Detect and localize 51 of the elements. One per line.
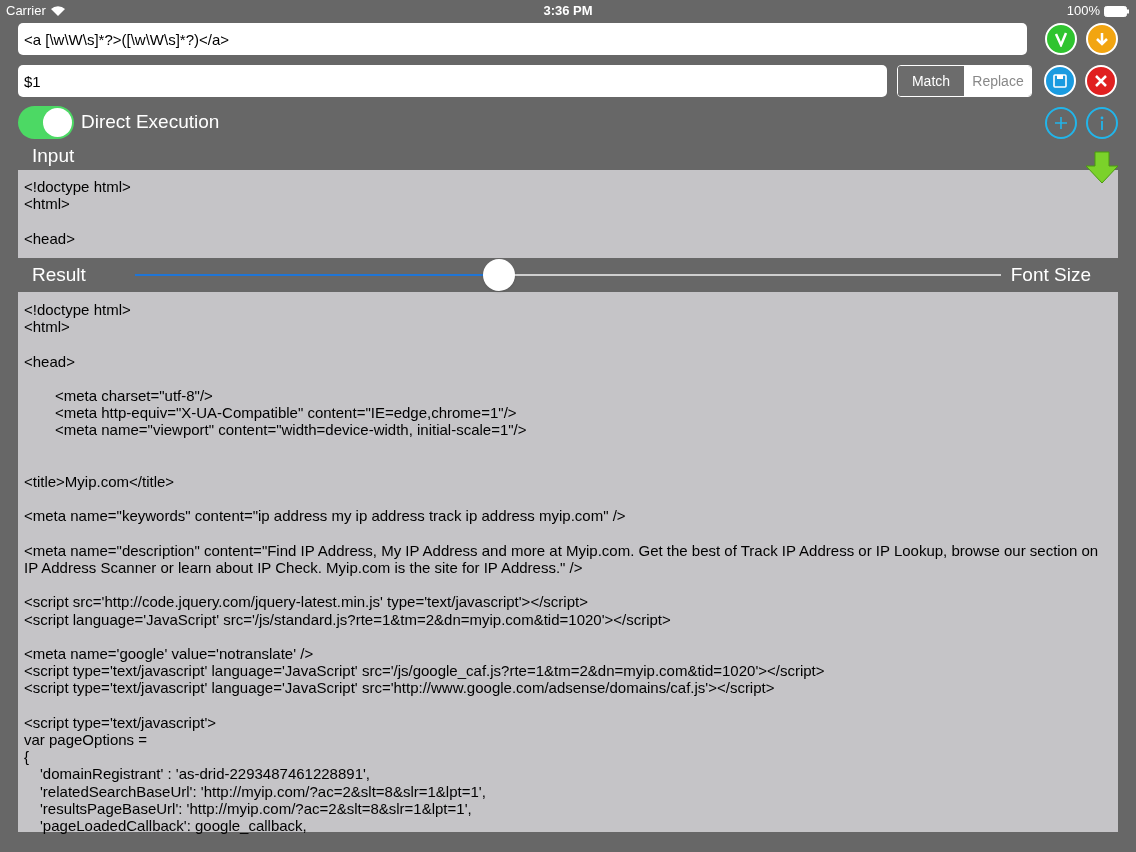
direct-execution-toggle[interactable]	[18, 106, 74, 139]
wifi-icon	[50, 6, 65, 16]
code-line: {	[24, 748, 30, 766]
battery-label: 100%	[1066, 2, 1100, 21]
carrier-label: Carrier	[6, 2, 46, 21]
input-text-area[interactable]: <!doctype html> <html> <head>	[18, 170, 1118, 258]
code-line: <script type='text/javascript' language='JavaScript' src='/js/google_caf.js?rte=1&tm=2&dn=myip.com&tid=1020'></script>	[24, 662, 826, 680]
code-line: var pageOptions =	[24, 730, 147, 749]
code-line: <meta name="viewport" content="width=device-width, initial-scale=1"/>	[55, 421, 528, 439]
save-icon	[1052, 73, 1068, 89]
code-line: <script src='http://code.jquery.com/jquery-latest.min.js' type='text/javascript'></script>	[24, 593, 589, 611]
code-line: 'pageLoadedCallback': google_callback,	[40, 816, 307, 835]
download-button[interactable]	[1086, 23, 1118, 55]
code-line: <meta name="description" content="Find IP Address, My IP Address and more at Myip.com. Get the best of Track IP Address or IP Lookup, browse our section on IP Address Scanner or learn about IP Check. Myip.com is the site for IP Address." />	[24, 541, 1100, 577]
font-size-slider[interactable]	[135, 259, 1001, 291]
battery-icon	[1104, 5, 1130, 17]
down-arrow-icon[interactable]	[1084, 150, 1120, 184]
code-line: <meta charset="utf-8"/>	[55, 387, 214, 405]
save-button[interactable]	[1044, 65, 1076, 97]
code-line: <title>Myip.com</title>	[24, 473, 176, 491]
code-line: <!doctype html>	[24, 178, 132, 196]
check-icon	[1053, 31, 1069, 47]
code-line: 'relatedSearchBaseUrl': 'http://myip.com/?ac=2&slt=8&slr=1&lpt=1',	[40, 782, 487, 800]
code-line: <meta http-equiv="X-UA-Compatible" content="IE=edge,chrome=1"/>	[55, 404, 518, 422]
add-icon	[1053, 114, 1069, 131]
direct-execution-label: Direct Execution	[81, 110, 220, 135]
mode-tab[interactable]: Replace	[964, 66, 1031, 96]
download-icon	[1094, 31, 1110, 47]
close-icon	[1094, 74, 1108, 88]
check-button[interactable]	[1045, 23, 1077, 55]
font-size-label: Font Size	[1010, 262, 1091, 287]
mode-tab[interactable]: Match	[898, 66, 964, 96]
code-line: <head>	[24, 229, 76, 248]
code-line: <html>	[24, 318, 71, 336]
code-line: 'resultsPageBaseUrl': 'http://myip.com/?ac=2&slt=8&slr=1&lpt=1',	[40, 799, 472, 817]
code-line: <html>	[24, 195, 71, 213]
code-line: <head>	[24, 352, 76, 370]
replacement-field[interactable]: $1	[18, 65, 887, 97]
code-line: <script language='JavaScript' src='/js/standard.js?rte=1&tm=2&dn=myip.com&tid=1020'></script>	[24, 610, 672, 628]
status-time: 3:36 PM	[543, 2, 593, 21]
slider-thumb[interactable]	[482, 259, 515, 291]
code-line: <script type='text/javascript'>	[24, 713, 218, 731]
code-line: <meta name="keywords" content="ip address my ip address track ip address myip.com" />	[24, 507, 627, 525]
code-line: <meta name='google' value='notranslate' />	[24, 644, 315, 663]
code-line: <!doctype html>	[24, 301, 132, 319]
result-label: Result	[32, 262, 87, 287]
close-button[interactable]	[1085, 65, 1117, 97]
pattern-field[interactable]: <a [\w\W\s]*?>([\w\W\s]*?)</a>	[18, 23, 1027, 55]
input-label: Input	[32, 144, 75, 168]
code-line: 'domainRegistrant' : 'as-drid-2293487461228891',	[40, 765, 371, 783]
code-line: <script type='text/javascript' language='JavaScript' src='http://www.google.com/adsense/domains/caf.js'></script>	[24, 679, 776, 697]
